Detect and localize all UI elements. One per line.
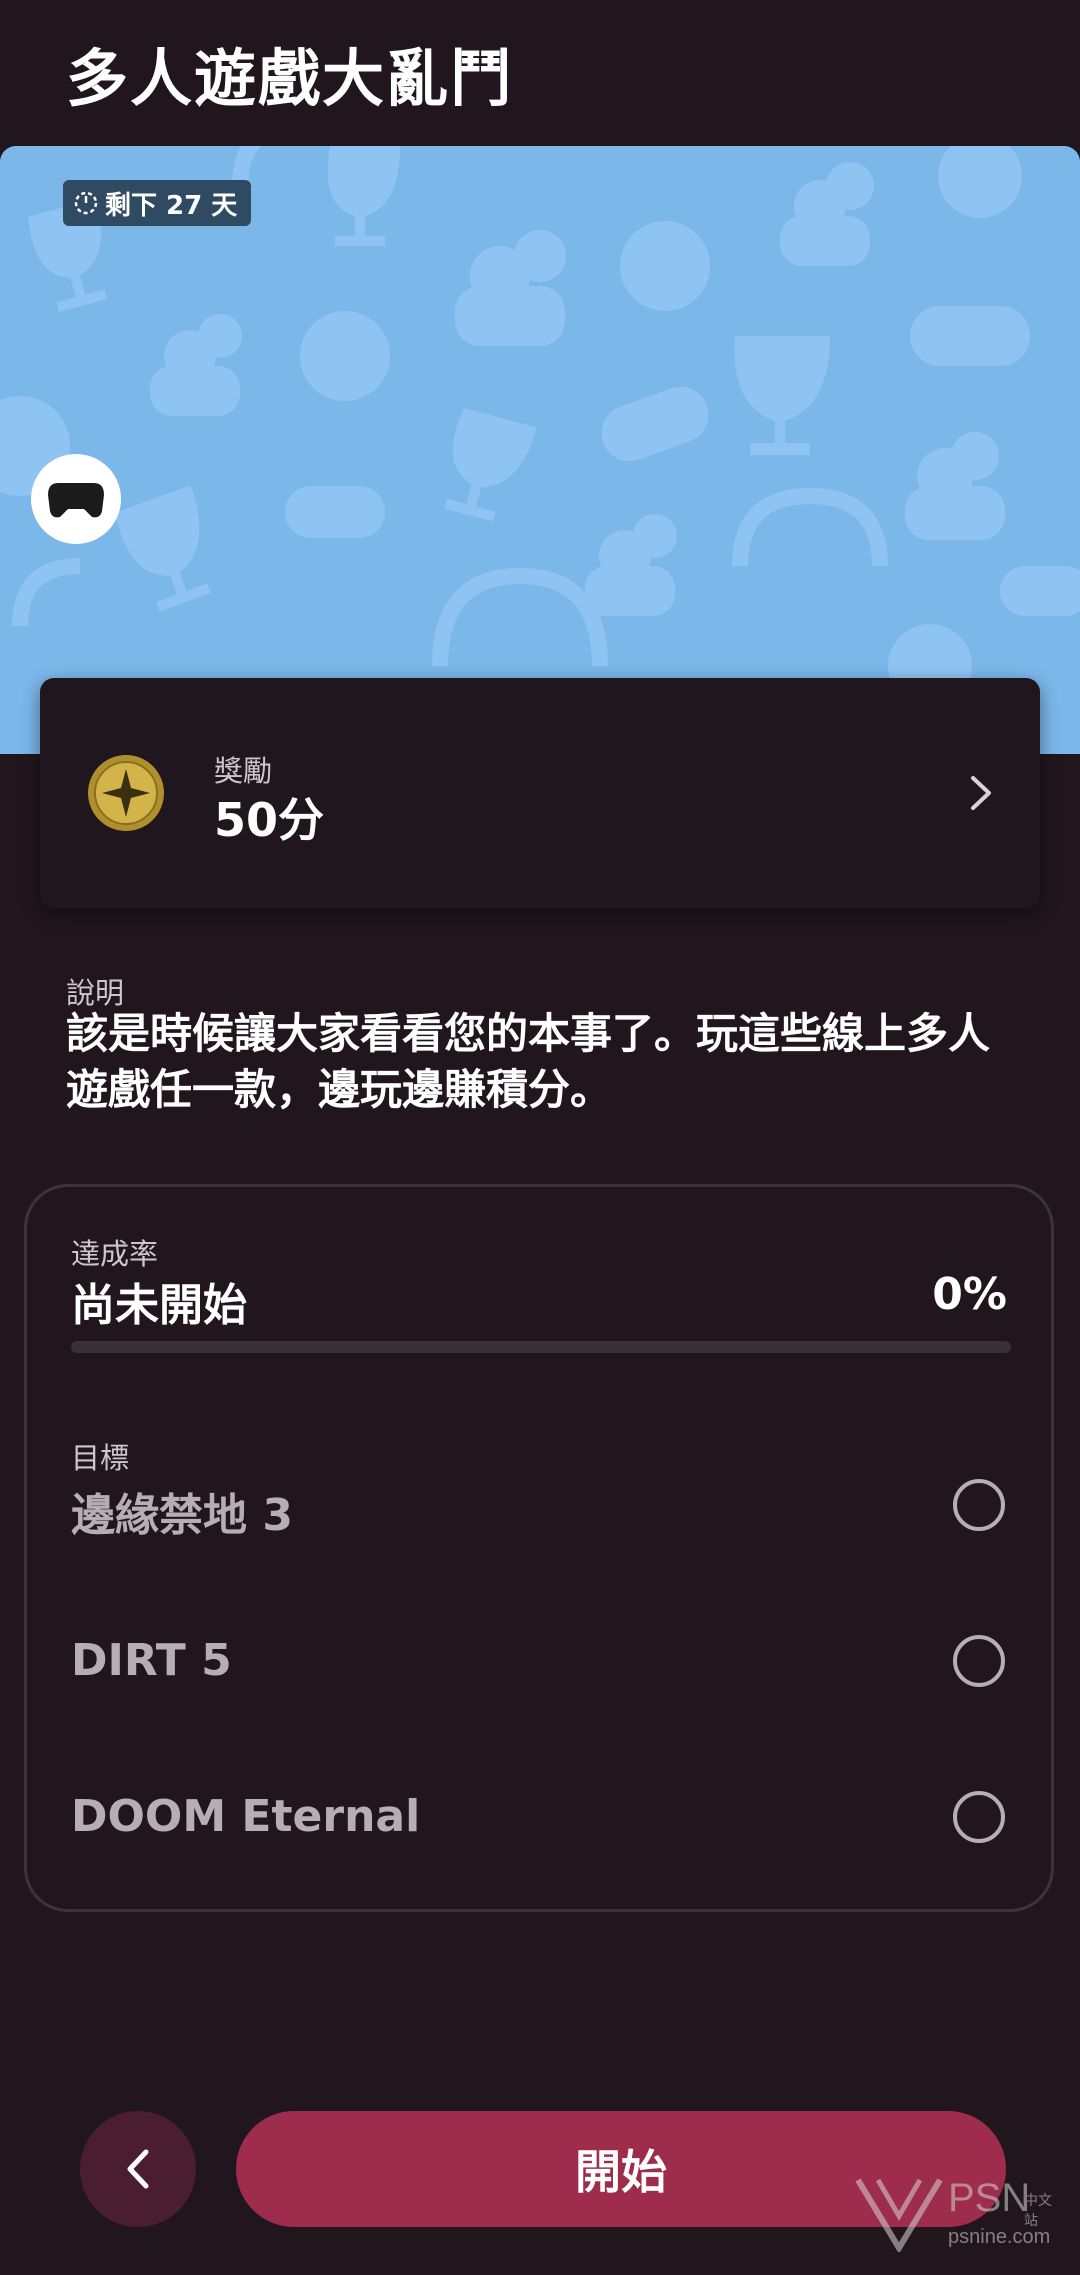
days-remaining-text: 剩下 27 天 (105, 190, 238, 221)
reward-card[interactable]: 獎勵 50分 (40, 678, 1040, 908)
chevron-left-icon (127, 2149, 149, 2189)
progress-card: 達成率 尚未開始 0% 目標 邊緣禁地 3 DIRT 5 DOOM Eterna… (24, 1184, 1054, 1912)
goal-item[interactable]: 邊緣禁地 3 (71, 1473, 1011, 1543)
gamepad-icon (48, 483, 104, 518)
description-text: 該是時候讓大家看看您的本事了。玩這些線上多人遊戲任一款，邊玩邊賺積分。 (66, 1009, 991, 1114)
goal-name: DIRT 5 (71, 1635, 232, 1686)
platform-badge (31, 454, 121, 544)
days-remaining-badge: 剩下 27 天 (63, 180, 252, 226)
hero-pattern (0, 146, 1080, 708)
goal-name: DOOM Eternal (71, 1791, 421, 1842)
timer-icon (74, 191, 98, 215)
star-coin-icon (88, 755, 164, 831)
watermark-brand: PSN (948, 2176, 1031, 2220)
watermark-url: psnine.com (948, 2226, 1051, 2248)
goal-status-circle-icon (953, 1791, 1005, 1843)
hero-banner (0, 146, 1080, 754)
goal-status-circle-icon (953, 1479, 1005, 1531)
completion-percent: 0% (932, 1269, 1007, 1320)
goal-item[interactable]: DIRT 5 (71, 1629, 1011, 1699)
watermark-brand-cn: 中文站 (1024, 2193, 1052, 2229)
completion-status: 尚未開始 (71, 1280, 247, 1331)
page-title: 多人遊戲大亂鬥 (66, 42, 515, 115)
goal-item[interactable]: DOOM Eternal (71, 1785, 1011, 1855)
chevron-right-icon (971, 776, 991, 810)
completion-label: 達成率 (71, 1237, 159, 1271)
goals-label: 目標 (71, 1441, 130, 1475)
goal-name: 邊緣禁地 3 (71, 1490, 293, 1541)
watermark: PSN 中文站 psnine.com (854, 2176, 1064, 2256)
back-button[interactable] (80, 2111, 196, 2227)
reward-value: 50分 (214, 793, 325, 847)
psnine-logo-icon (855, 2178, 943, 2252)
progress-bar (71, 1341, 1011, 1353)
goal-status-circle-icon (953, 1635, 1005, 1687)
